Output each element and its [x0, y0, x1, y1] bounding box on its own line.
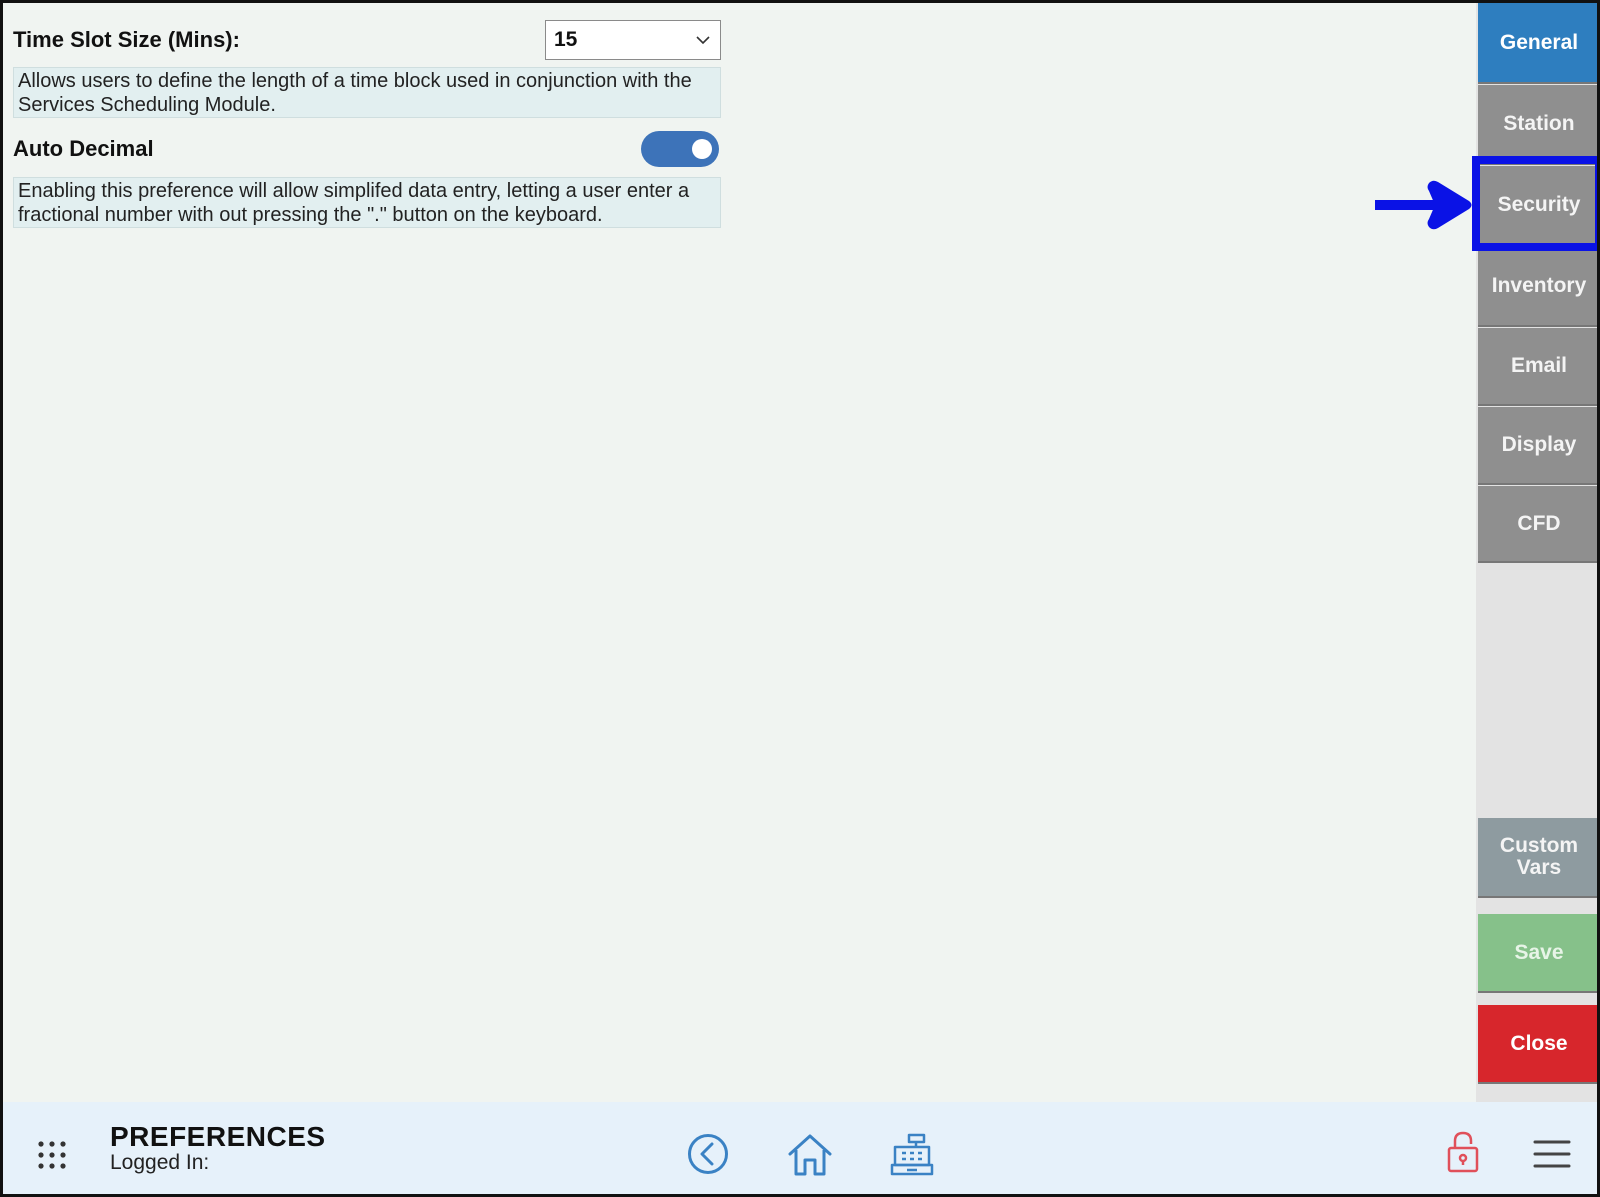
grid-icon[interactable]	[37, 1140, 67, 1170]
cash-register-icon[interactable]	[890, 1133, 934, 1177]
time-slot-select[interactable]: 15	[545, 20, 721, 60]
auto-decimal-description: Enabling this preference will allow simp…	[13, 177, 721, 228]
tab-station[interactable]: Station	[1478, 85, 1597, 165]
bottom-bar: PREFERENCES Logged In:	[3, 1102, 1597, 1194]
auto-decimal-row: Auto Decimal	[13, 131, 721, 167]
logged-in-label: Logged In:	[110, 1151, 210, 1174]
page-title-block: PREFERENCES Logged In:	[110, 1121, 326, 1175]
toggle-knob	[692, 139, 712, 159]
tab-display[interactable]: Display	[1478, 407, 1597, 485]
chevron-down-icon	[694, 31, 712, 49]
menu-icon[interactable]	[1533, 1139, 1571, 1169]
time-slot-description: Allows users to define the length of a t…	[13, 67, 721, 118]
page-title: PREFERENCES	[110, 1121, 326, 1152]
home-icon[interactable]	[787, 1133, 833, 1177]
back-icon[interactable]	[687, 1133, 729, 1175]
time-slot-label: Time Slot Size (Mins):	[13, 27, 240, 52]
save-button[interactable]: Save	[1478, 914, 1597, 993]
security-highlight-box	[1472, 156, 1597, 251]
tab-email[interactable]: Email	[1478, 328, 1597, 406]
custom-vars-button[interactable]: Custom Vars	[1478, 818, 1597, 898]
auto-decimal-toggle[interactable]	[641, 131, 719, 167]
time-slot-value: 15	[554, 28, 578, 51]
time-slot-row: Time Slot Size (Mins): 15	[13, 20, 721, 60]
arrow-right-icon	[1375, 180, 1472, 230]
lock-icon[interactable]	[1446, 1130, 1480, 1174]
app-frame: Time Slot Size (Mins): 15 Allows users t…	[0, 0, 1600, 1197]
auto-decimal-label: Auto Decimal	[13, 136, 154, 161]
close-button[interactable]: Close	[1478, 1005, 1597, 1084]
preferences-content: Time Slot Size (Mins): 15 Allows users t…	[3, 3, 1476, 1102]
tab-cfd[interactable]: CFD	[1478, 486, 1597, 563]
tab-inventory[interactable]: Inventory	[1478, 247, 1597, 327]
tab-general[interactable]: General	[1478, 3, 1597, 84]
